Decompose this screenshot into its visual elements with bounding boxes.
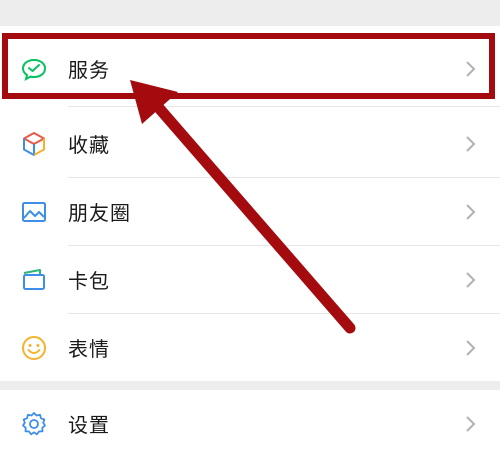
image-icon [20, 198, 48, 226]
menu-item-services[interactable]: 服务 [0, 35, 500, 102]
menu-item-label: 卡包 [68, 269, 110, 293]
menu-item-stickers[interactable]: 表情 [0, 314, 500, 381]
cube-icon [20, 130, 48, 158]
chevron-right-icon [466, 271, 476, 288]
menu-item-card-wallet[interactable]: 卡包 [0, 246, 500, 313]
menu-item-label: 收藏 [68, 133, 110, 157]
divider [68, 106, 500, 107]
wechat-pay-icon [20, 55, 48, 83]
wallet-icon [20, 266, 48, 294]
menu-item-label: 服务 [68, 58, 110, 82]
me-page: 服务 收藏 朋友圈 卡包 表情 设置 [0, 0, 500, 463]
menu-item-label: 设置 [68, 413, 110, 437]
gear-icon [20, 410, 48, 438]
top-spacer [0, 0, 500, 26]
menu-group: 服务 收藏 朋友圈 卡包 表情 [0, 26, 500, 381]
menu-item-label: 朋友圈 [68, 201, 131, 225]
menu-item-settings[interactable]: 设置 [0, 390, 500, 457]
settings-group: 设置 [0, 390, 500, 463]
chevron-right-icon [466, 339, 476, 356]
menu-item-label: 表情 [68, 337, 110, 361]
chevron-right-icon [466, 203, 476, 220]
menu-item-moments[interactable]: 朋友圈 [0, 178, 500, 245]
smile-icon [20, 334, 48, 362]
chevron-right-icon [466, 135, 476, 152]
menu-item-favorites[interactable]: 收藏 [0, 110, 500, 177]
chevron-right-icon [466, 60, 476, 77]
chevron-right-icon [466, 415, 476, 432]
